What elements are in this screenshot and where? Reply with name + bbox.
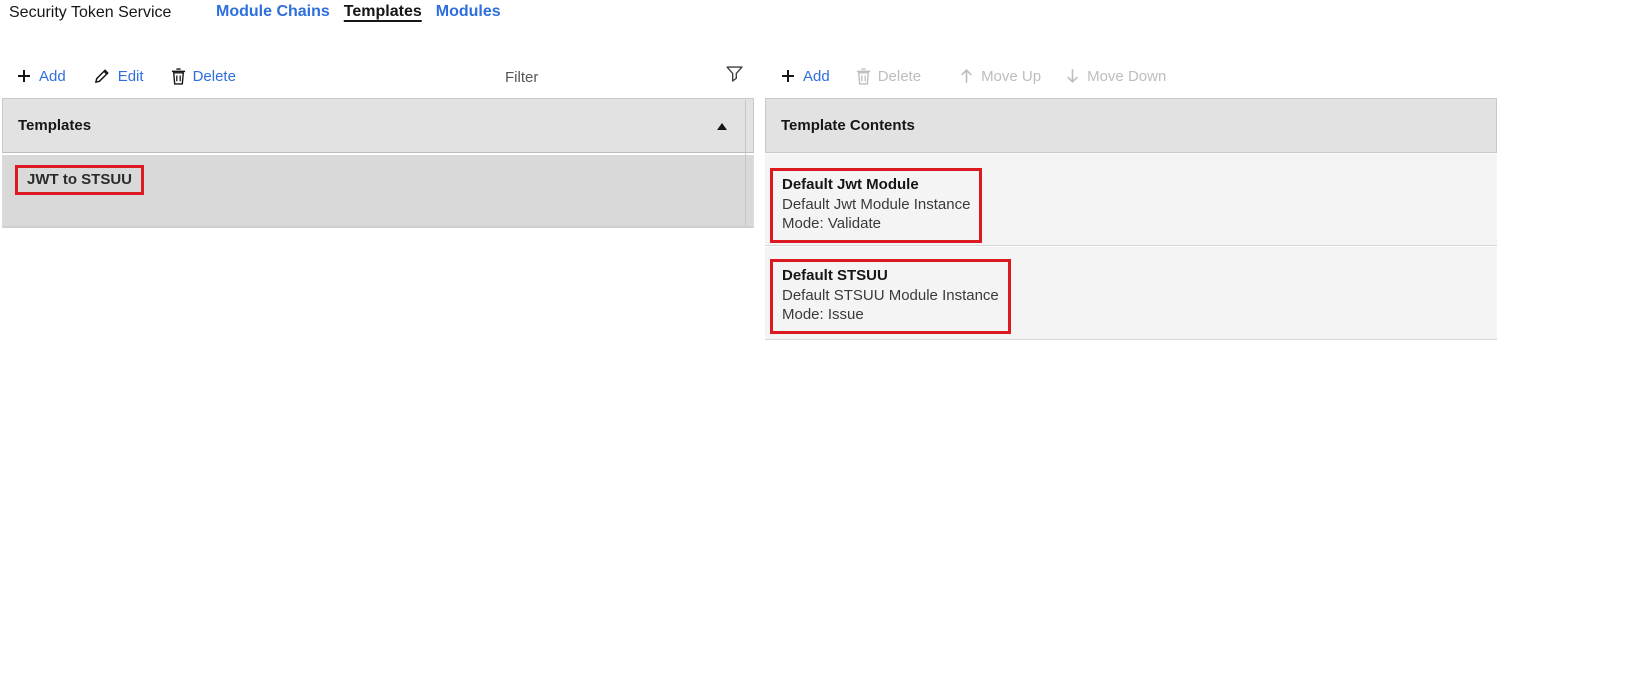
arrow-down-icon bbox=[1065, 68, 1080, 84]
module-mode: Mode: Issue bbox=[782, 306, 864, 323]
template-contents-toolbar: Add Delete Move Up Move Down bbox=[780, 62, 1166, 90]
templates-panel: Templates JWT to STSUU bbox=[2, 98, 754, 228]
move-up-button[interactable]: Move Up bbox=[959, 68, 1041, 85]
filter-input[interactable] bbox=[503, 64, 722, 90]
delete-template-label: Delete bbox=[192, 67, 236, 85]
module-title: Default STSUU bbox=[782, 267, 888, 284]
funnel-icon[interactable] bbox=[726, 66, 743, 82]
delete-module-label: Delete bbox=[877, 67, 922, 85]
top-navigation: Module Chains Templates Modules bbox=[216, 3, 501, 21]
add-template-button[interactable]: Add bbox=[16, 68, 66, 85]
arrow-up-icon bbox=[959, 68, 974, 84]
page-title: Security Token Service bbox=[9, 4, 172, 21]
template-contents-panel: Template Contents Default Jwt Module Def… bbox=[765, 98, 1497, 340]
template-contents-column-header[interactable]: Template Contents bbox=[765, 98, 1497, 153]
add-template-label: Add bbox=[39, 67, 66, 85]
templates-toolbar: Add Edit Delete bbox=[16, 62, 263, 90]
edit-template-label: Edit bbox=[117, 67, 144, 85]
templates-column-header[interactable]: Templates bbox=[2, 98, 754, 153]
add-module-label: Add bbox=[803, 67, 830, 85]
trash-icon bbox=[856, 67, 871, 85]
sort-ascending-icon bbox=[717, 123, 727, 130]
move-down-button[interactable]: Move Down bbox=[1065, 68, 1166, 85]
nav-tab-module-chains[interactable]: Module Chains bbox=[216, 3, 330, 21]
move-down-label: Move Down bbox=[1087, 67, 1167, 85]
template-name: JWT to STSUU bbox=[27, 171, 132, 188]
plus-icon bbox=[16, 68, 32, 84]
pencil-icon bbox=[93, 67, 111, 85]
template-contents-header-label: Template Contents bbox=[781, 117, 915, 134]
delete-module-button[interactable]: Delete bbox=[856, 68, 921, 85]
edit-template-button[interactable]: Edit bbox=[93, 67, 144, 85]
add-module-button[interactable]: Add bbox=[780, 68, 830, 85]
module-mode: Mode: Validate bbox=[782, 215, 881, 232]
template-row-jwt-to-stsuu[interactable]: JWT to STSUU bbox=[2, 155, 754, 228]
module-row-default-stsuu[interactable]: Default STSUU Default STSUU Module Insta… bbox=[765, 246, 1497, 340]
nav-tab-templates[interactable]: Templates bbox=[344, 3, 422, 21]
module-row-default-jwt[interactable]: Default Jwt Module Default Jwt Module In… bbox=[765, 153, 1497, 246]
nav-tab-modules[interactable]: Modules bbox=[436, 3, 501, 21]
highlight-box: Default STSUU Default STSUU Module Insta… bbox=[770, 259, 1011, 334]
templates-column-header-label: Templates bbox=[18, 117, 92, 134]
module-subtitle: Default Jwt Module Instance bbox=[782, 195, 971, 213]
plus-icon bbox=[780, 68, 796, 84]
list-scrollbar-track[interactable] bbox=[745, 100, 746, 226]
delete-template-button[interactable]: Delete bbox=[171, 68, 236, 85]
highlight-box: Default Jwt Module Default Jwt Module In… bbox=[770, 168, 983, 243]
module-title: Default Jwt Module bbox=[782, 176, 919, 193]
move-up-label: Move Up bbox=[981, 67, 1042, 85]
module-subtitle: Default STSUU Module Instance bbox=[782, 286, 999, 304]
trash-icon bbox=[171, 67, 186, 85]
highlight-box: JWT to STSUU bbox=[15, 165, 144, 195]
